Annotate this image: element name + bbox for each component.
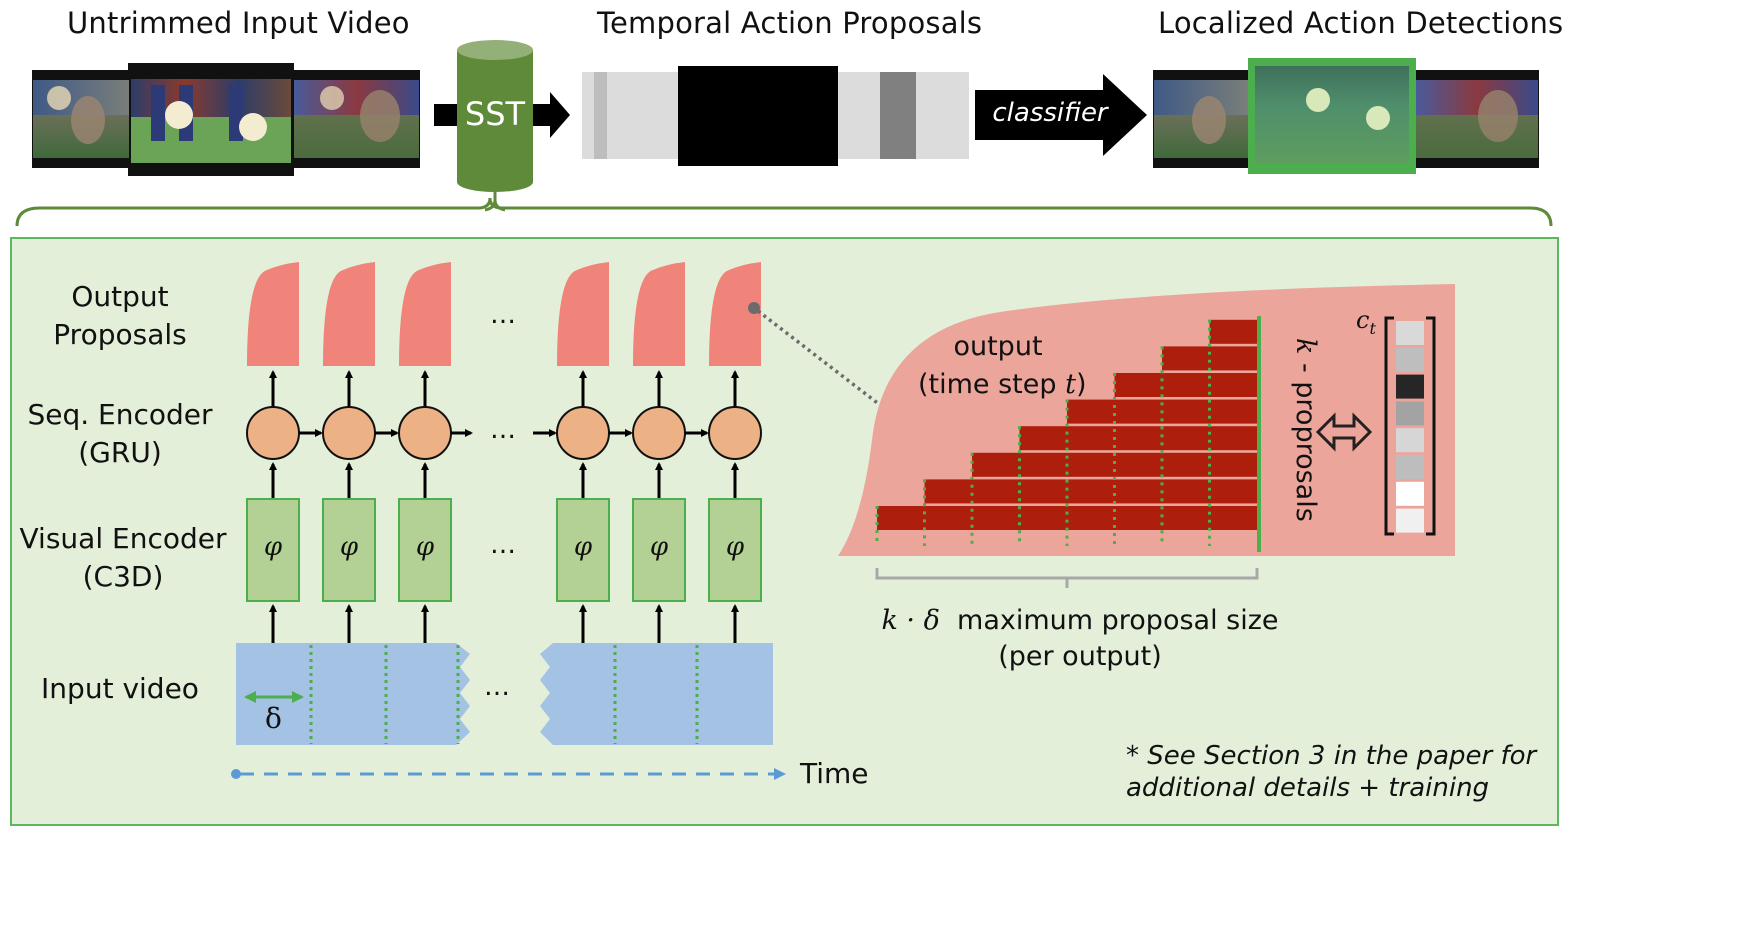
time-label: Time — [800, 757, 869, 790]
zoom-pointer-arrow — [756, 309, 897, 418]
output-proposal-shape — [557, 262, 609, 366]
footnote: * See Section 3 in the paper for additio… — [1126, 740, 1536, 804]
gru-cell — [246, 406, 300, 460]
output-proposal-shape — [323, 262, 375, 366]
proposal-bar — [1162, 346, 1257, 371]
max-size-brace — [875, 568, 1259, 588]
confidence-cell — [1396, 455, 1424, 479]
phi-label: φ — [263, 532, 283, 562]
gru-cell — [322, 406, 376, 460]
proposal-bar — [1114, 373, 1257, 397]
max-size-text: maximum proposal size — [957, 605, 1279, 636]
proposal-bar — [877, 506, 1257, 530]
time-axis-origin — [231, 769, 241, 779]
ellipsis-output: … — [490, 300, 516, 330]
phi-label: φ — [573, 532, 593, 562]
confidence-cell — [1396, 321, 1424, 345]
output-detail-caption: output (time step t) — [918, 328, 1087, 404]
gru-cell — [556, 406, 610, 460]
ellipsis-c3d: … — [490, 530, 516, 560]
proposal-bar — [924, 479, 1257, 504]
ellipsis-video: … — [484, 672, 510, 702]
ct-base: c — [1356, 306, 1370, 334]
proposal-bar — [972, 452, 1257, 477]
max-size-line1: k · δ maximum proposal size — [870, 603, 1290, 639]
k-proposals-label: k - proprosals — [1290, 338, 1321, 522]
time-step-variable: t — [1065, 369, 1076, 400]
output-proposal-shape — [247, 262, 299, 366]
footnote-line2: additional details + training — [1126, 773, 1490, 803]
confidence-cell — [1396, 508, 1424, 533]
output-proposal-shape — [399, 262, 451, 366]
phi-label: φ — [725, 532, 745, 562]
ct-label: ct — [1356, 306, 1376, 338]
k-delta-expression: k · δ — [881, 605, 940, 636]
phi-label: φ — [649, 532, 669, 562]
phi-label: φ — [339, 532, 359, 562]
confidence-cell — [1396, 481, 1424, 506]
output-proposal-shape — [633, 262, 685, 366]
input-video-segment-right — [540, 643, 773, 745]
confidence-cell — [1396, 374, 1424, 399]
confidence-cell — [1396, 428, 1424, 453]
proposal-bar — [1209, 319, 1257, 344]
gru-cell — [632, 406, 686, 460]
max-size-line2: (per output) — [998, 641, 1162, 672]
ct-subscript: t — [1369, 318, 1376, 338]
k-proposals-text: - proprosals — [1290, 354, 1321, 522]
output-proposal-shape — [709, 262, 761, 366]
delta-label: δ — [265, 702, 282, 735]
phi-label: φ — [415, 532, 435, 562]
gru-cell — [708, 406, 762, 460]
output-caption-line1: output — [953, 331, 1043, 362]
output-caption-line2: (time step t) — [918, 366, 1087, 404]
confidence-cell — [1396, 347, 1424, 372]
ellipsis-gru: … — [490, 415, 516, 445]
proposal-bar — [1019, 426, 1257, 451]
caption-text: ) — [1075, 369, 1087, 400]
max-proposal-size-caption: k · δ maximum proposal size (per output) — [870, 603, 1290, 675]
k-variable: k — [1290, 338, 1321, 355]
confidence-cell — [1396, 401, 1424, 426]
caption-text: (time step — [918, 369, 1066, 400]
footnote-line1: * See Section 3 in the paper for — [1126, 741, 1537, 771]
gru-cell — [398, 406, 452, 460]
